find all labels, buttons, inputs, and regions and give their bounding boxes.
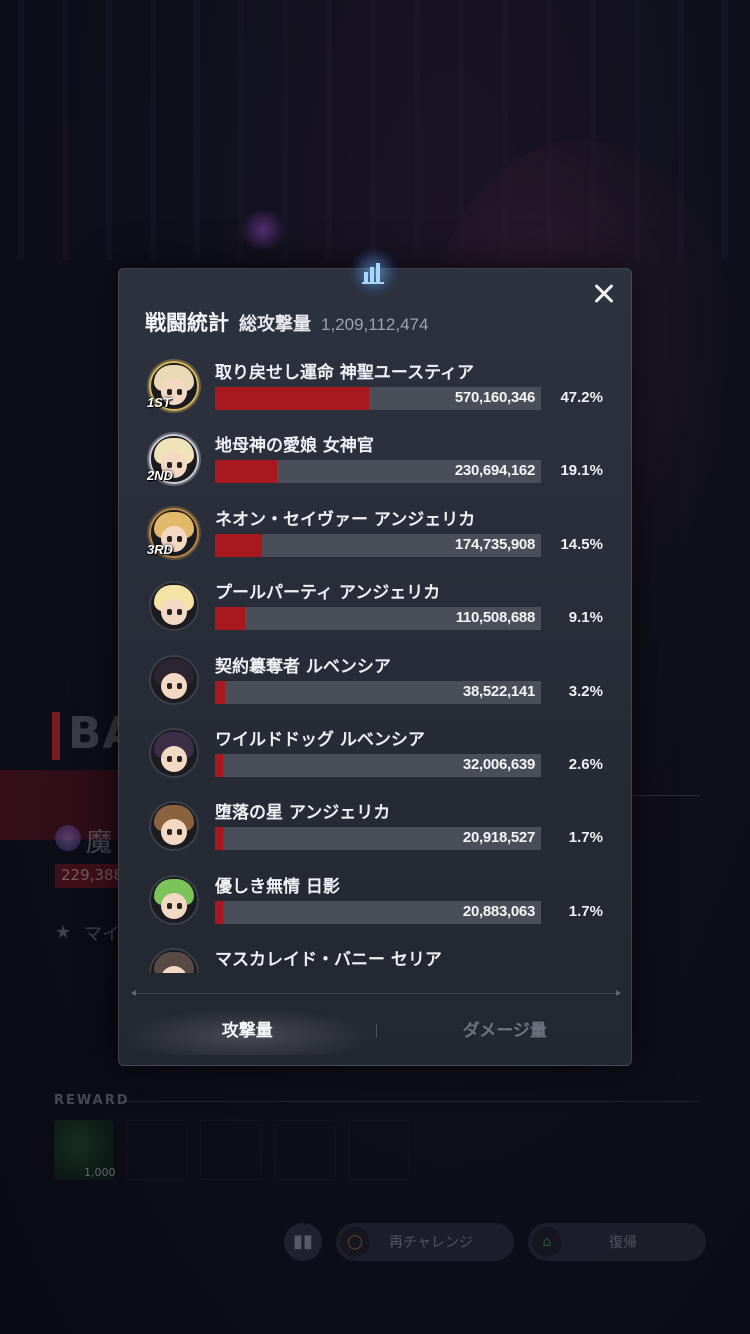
stat-tabs: 攻撃量 ダメージ量 (119, 1007, 633, 1055)
damage-bar-fill (215, 827, 223, 851)
avatar-eye (177, 755, 182, 762)
damage-bar-fill (215, 387, 369, 410)
damage-bar: 110,508,688 (215, 607, 541, 631)
rank-tag: 1ST (147, 395, 171, 410)
damage-value: 20,883,063 (462, 902, 535, 920)
damage-percent: 19.1% (560, 462, 603, 480)
list-item: 堕落の星 アンジェリカ 20,918,527 1.7% (119, 795, 633, 868)
list-item: マスカレイド・バニー セリア (119, 942, 633, 973)
damage-percent: 47.2% (560, 389, 603, 406)
avatar-eye (177, 535, 182, 542)
list-item: 2ND 地母神の愛娘 女神官 230,694,162 19.1% (119, 428, 633, 501)
list-item: 1ST 取り戻せし運命 神聖ユースティア 570,160,346 47.2% (119, 355, 633, 428)
damage-percent: 14.5% (560, 535, 603, 553)
total-attack-label: 総攻撃量 (239, 314, 311, 335)
damage-percent: 1.7% (568, 902, 603, 920)
avatar-face (161, 745, 187, 772)
character-name: ネオン・セイヴァー アンジェリカ (215, 509, 476, 530)
damage-bar-fill (215, 900, 223, 924)
damage-value: 110,508,688 (455, 609, 536, 627)
damage-bar: 174,735,908 (215, 533, 541, 557)
character-avatar (149, 654, 199, 705)
avatar-eye (177, 902, 182, 909)
avatar-face (161, 672, 187, 699)
damage-bar-fill (215, 680, 225, 704)
damage-bar-fill (215, 607, 245, 631)
avatar-eye (167, 755, 172, 762)
list-item: プールパーティ アンジェリカ 110,508,688 9.1% (119, 575, 633, 648)
damage-bar-fill (215, 753, 223, 777)
damage-bar: 38,522,141 (215, 680, 541, 704)
modal-header: 戦闘統計 総攻撃量 1,209,112,474 (145, 307, 428, 337)
character-avatar (149, 727, 199, 778)
damage-percent: 9.1% (568, 609, 603, 627)
avatar-eye (167, 682, 172, 689)
avatar-eye (167, 902, 172, 909)
character-avatar (149, 581, 199, 632)
character-name: 優しき無情 日影 (215, 876, 340, 897)
damage-percent: 3.2% (568, 682, 603, 700)
avatar-eye (177, 609, 182, 616)
list-item: 3RD ネオン・セイヴァー アンジェリカ 174,735,908 14.5% (119, 502, 633, 575)
list-item: 優しき無情 日影 20,883,063 1.7% (119, 869, 633, 942)
rank-tag: 2ND (147, 468, 174, 484)
damage-bar: 20,918,527 (215, 827, 541, 851)
damage-list[interactable]: 1ST 取り戻せし運命 神聖ユースティア 570,160,346 47.2% 2… (119, 355, 633, 973)
avatar-eye (177, 682, 182, 689)
avatar-eye (167, 609, 172, 616)
damage-bar-fill (215, 533, 262, 557)
damage-value: 38,522,141 (462, 682, 535, 700)
modal-title: 戦闘統計 (145, 311, 229, 335)
character-avatar (149, 801, 199, 852)
character-name: 契約簒奪者 ルベンシア (215, 656, 391, 677)
damage-value: 230,694,162 (454, 462, 535, 480)
total-attack-value: 1,209,112,474 (321, 315, 429, 334)
damage-bar: 230,694,162 (215, 460, 541, 484)
avatar-face (161, 819, 187, 846)
close-button[interactable] (589, 279, 619, 309)
character-name: プールパーティ アンジェリカ (215, 583, 441, 604)
damage-value: 174,735,908 (454, 535, 535, 553)
character-name: ワイルドドッグ ルベンシア (215, 729, 425, 750)
rank-tag: 3RD (147, 541, 174, 557)
tab-damage[interactable]: ダメージ量 (377, 1007, 634, 1055)
character-name: 地母神の愛娘 女神官 (215, 436, 374, 457)
avatar-face (161, 599, 187, 626)
avatar-face (161, 892, 187, 919)
damage-bar-fill (215, 460, 277, 484)
tab-attack[interactable]: 攻撃量 (119, 1007, 376, 1055)
damage-value: 32,006,639 (462, 755, 535, 773)
damage-bar: 32,006,639 (215, 753, 541, 777)
character-avatar (149, 874, 199, 925)
battle-stats-modal: 戦闘統計 総攻撃量 1,209,112,474 1ST 取り戻せし運命 神聖ユー… (118, 247, 633, 1066)
list-item: 契約簒奪者 ルベンシア 38,522,141 3.2% (119, 649, 633, 722)
damage-percent: 2.6% (568, 755, 603, 773)
character-avatar (149, 948, 199, 973)
avatar-eye (177, 829, 182, 836)
list-item: ワイルドドッグ ルベンシア 32,006,639 2.6% (119, 722, 633, 795)
damage-percent: 1.7% (568, 829, 603, 847)
bar-chart-icon (362, 263, 384, 284)
damage-bar: 20,883,063 (215, 900, 541, 924)
stats-badge (349, 247, 399, 297)
damage-value: 20,918,527 (462, 829, 535, 847)
character-name: マスカレイド・バニー セリア (215, 950, 442, 971)
tab-divider (131, 990, 621, 996)
damage-value: 570,160,346 (454, 389, 535, 406)
character-name: 取り戻せし運命 神聖ユースティア (215, 363, 475, 383)
avatar-eye (177, 462, 182, 469)
avatar-eye (167, 829, 172, 836)
avatar-eye (177, 389, 182, 395)
damage-bar: 570,160,346 (215, 387, 541, 410)
character-name: 堕落の星 アンジェリカ (215, 803, 391, 824)
